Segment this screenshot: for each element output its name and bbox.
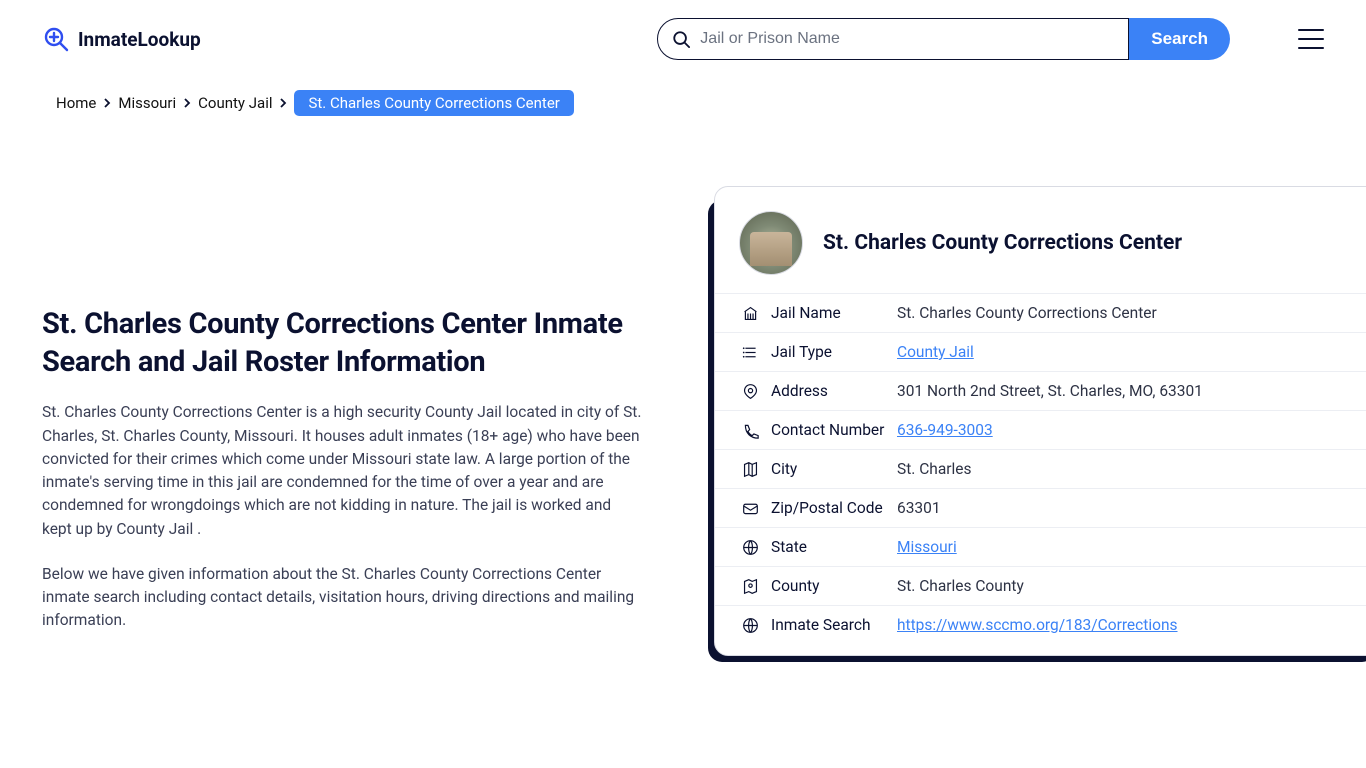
info-row-link[interactable]: https://www.sccmo.org/183/Corrections bbox=[897, 616, 1178, 634]
content: St. Charles County Corrections Center In… bbox=[0, 186, 1366, 656]
info-row-link[interactable]: 636-949-3003 bbox=[897, 421, 993, 439]
logo[interactable]: InmateLookup bbox=[42, 25, 201, 53]
info-row-label: Zip/Postal Code bbox=[771, 499, 897, 517]
facility-avatar bbox=[739, 211, 803, 275]
search-button[interactable]: Search bbox=[1129, 18, 1230, 60]
menu-button[interactable] bbox=[1298, 29, 1324, 49]
hamburger-line-icon bbox=[1298, 38, 1324, 40]
info-card-header: St. Charles County Corrections Center bbox=[715, 187, 1366, 293]
info-row-label: Inmate Search bbox=[771, 616, 897, 634]
search-input[interactable] bbox=[700, 30, 1114, 48]
search-form: Search bbox=[657, 18, 1230, 60]
info-row-link[interactable]: Missouri bbox=[897, 538, 957, 556]
info-row-value: St. Charles County bbox=[897, 577, 1024, 595]
info-row: Contact Number636-949-3003 bbox=[715, 410, 1366, 449]
info-row-value: 301 North 2nd Street, St. Charles, MO, 6… bbox=[897, 382, 1203, 400]
info-row-label: Jail Name bbox=[771, 304, 897, 322]
hamburger-line-icon bbox=[1298, 29, 1324, 31]
info-row: StateMissouri bbox=[715, 527, 1366, 566]
info-card: St. Charles County Corrections Center Ja… bbox=[714, 186, 1366, 656]
header: InmateLookup Search bbox=[0, 0, 1366, 60]
logo-icon bbox=[42, 25, 70, 53]
article: St. Charles County Corrections Center In… bbox=[42, 186, 642, 656]
info-row-label: Jail Type bbox=[771, 343, 897, 361]
info-card-wrap: St. Charles County Corrections Center Ja… bbox=[702, 186, 1366, 656]
breadcrumb-current: St. Charles County Corrections Center bbox=[294, 90, 573, 116]
article-paragraph: Below we have given information about th… bbox=[42, 563, 642, 633]
list-icon bbox=[739, 344, 761, 361]
search-icon bbox=[672, 30, 690, 48]
logo-text: InmateLookup bbox=[78, 28, 201, 51]
info-row: Jail NameSt. Charles County Corrections … bbox=[715, 293, 1366, 332]
envelope-icon bbox=[739, 500, 761, 517]
info-row-label: State bbox=[771, 538, 897, 556]
info-row-value: 63301 bbox=[897, 499, 941, 517]
info-row-label: City bbox=[771, 460, 897, 478]
info-row: Address301 North 2nd Street, St. Charles… bbox=[715, 371, 1366, 410]
search-box[interactable] bbox=[657, 18, 1129, 60]
info-row-label: Address bbox=[771, 382, 897, 400]
info-row: Jail TypeCounty Jail bbox=[715, 332, 1366, 371]
info-row: CitySt. Charles bbox=[715, 449, 1366, 488]
info-row: Zip/Postal Code63301 bbox=[715, 488, 1366, 527]
article-paragraph: St. Charles County Corrections Center is… bbox=[42, 401, 642, 541]
breadcrumb: Home Missouri County Jail St. Charles Co… bbox=[0, 60, 1366, 116]
info-row-label: Contact Number bbox=[771, 421, 897, 439]
info-row-value: St. Charles County Corrections Center bbox=[897, 304, 1157, 322]
map-icon bbox=[739, 461, 761, 478]
chevron-right-icon bbox=[102, 98, 112, 108]
breadcrumb-type[interactable]: County Jail bbox=[198, 94, 272, 112]
globe-icon bbox=[739, 617, 761, 634]
hamburger-line-icon bbox=[1298, 47, 1324, 49]
chevron-right-icon bbox=[182, 98, 192, 108]
breadcrumb-home[interactable]: Home bbox=[56, 94, 96, 112]
info-row-value: St. Charles bbox=[897, 460, 972, 478]
info-rows: Jail NameSt. Charles County Corrections … bbox=[715, 293, 1366, 644]
info-row-link[interactable]: County Jail bbox=[897, 343, 974, 361]
globe-icon bbox=[739, 539, 761, 556]
phone-icon bbox=[739, 422, 761, 439]
breadcrumb-state[interactable]: Missouri bbox=[118, 94, 176, 112]
map-pin-icon bbox=[739, 578, 761, 595]
chevron-right-icon bbox=[278, 98, 288, 108]
info-row: CountySt. Charles County bbox=[715, 566, 1366, 605]
building-icon bbox=[739, 305, 761, 322]
location-pin-icon bbox=[739, 383, 761, 400]
page-title: St. Charles County Corrections Center In… bbox=[42, 306, 642, 381]
info-row-label: County bbox=[771, 577, 897, 595]
info-card-title: St. Charles County Corrections Center bbox=[823, 231, 1182, 255]
info-row: Inmate Searchhttps://www.sccmo.org/183/C… bbox=[715, 605, 1366, 644]
